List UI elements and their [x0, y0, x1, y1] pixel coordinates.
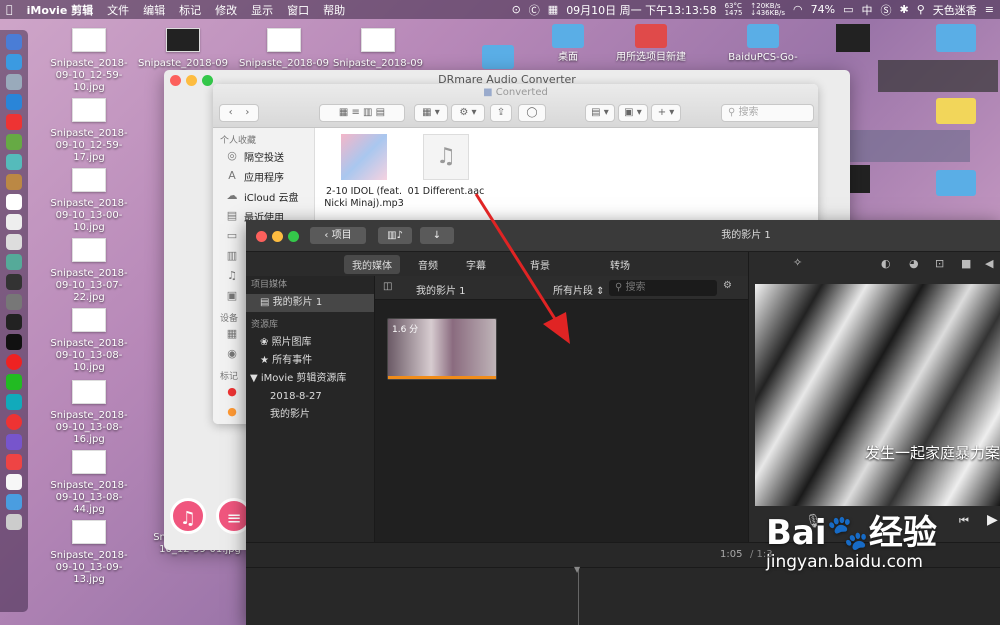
arrow-shaft [474, 193, 564, 331]
watermark-brand: Bai [766, 513, 827, 553]
watermark-brand2: 经验 [868, 513, 937, 553]
arrow-head [543, 312, 570, 344]
watermark-url: jingyan.baidu.com [766, 552, 923, 572]
paw-icon: 🐾 [826, 513, 869, 553]
baidu-watermark: Bai🐾经验 jingyan.baidu.com [766, 515, 937, 573]
